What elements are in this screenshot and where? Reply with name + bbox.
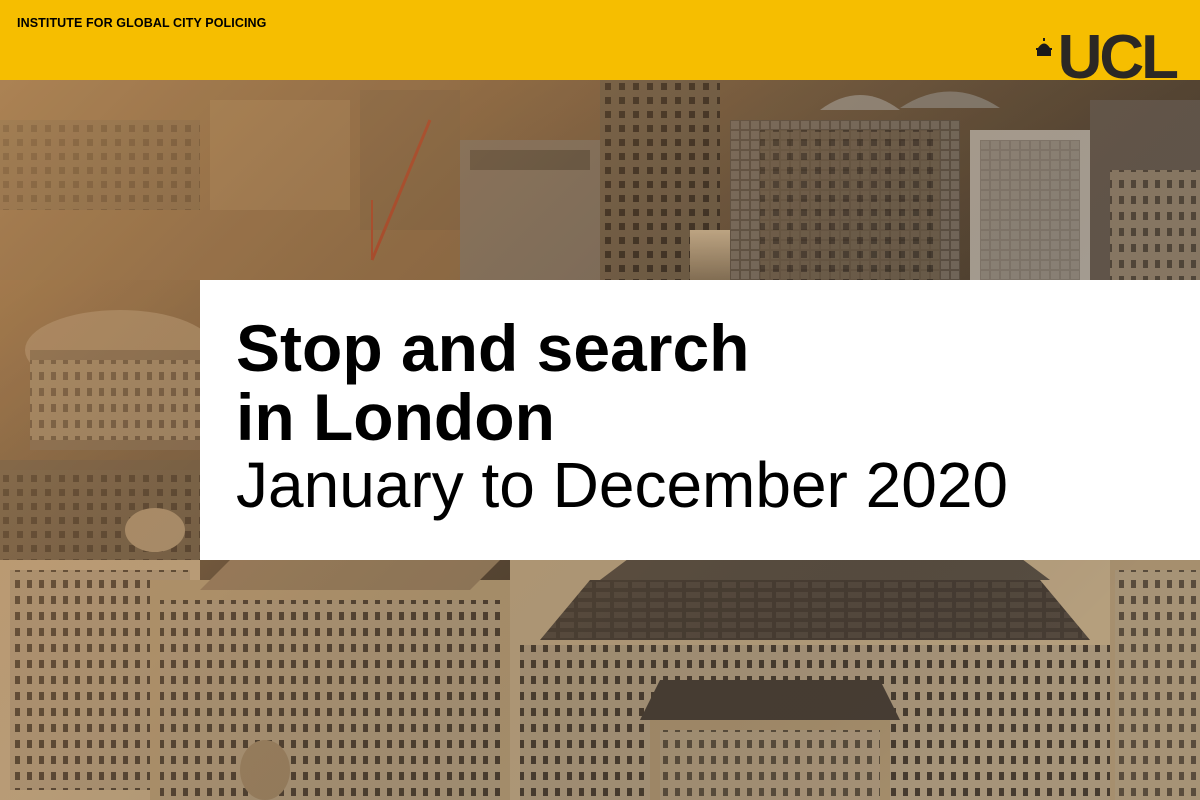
ucl-wordmark: UCL	[1057, 23, 1179, 92]
title-card: Stop and search in London January to Dec…	[200, 280, 1200, 560]
title-line-1: Stop and search	[236, 311, 750, 385]
title-line-2: in London	[236, 380, 555, 454]
subtitle-date-range: January to December 2020	[236, 449, 1008, 521]
portico-dome-icon	[1035, 38, 1052, 56]
cover-slide: INSTITUTE FOR GLOBAL CITY POLICING UCL S…	[0, 0, 1200, 800]
ucl-logo: UCL	[1034, 23, 1179, 92]
institute-name: INSTITUTE FOR GLOBAL CITY POLICING	[17, 16, 267, 30]
header-bar: INSTITUTE FOR GLOBAL CITY POLICING UCL	[0, 0, 1200, 89]
